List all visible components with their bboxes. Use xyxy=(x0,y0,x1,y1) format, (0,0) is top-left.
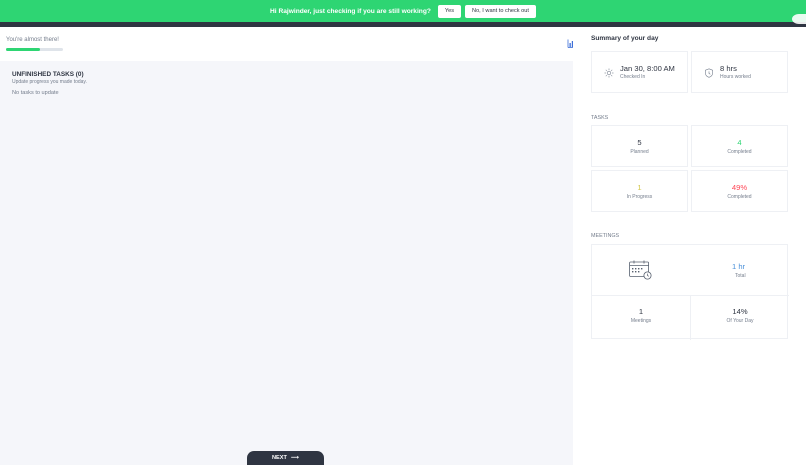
pct-completed-card: 49% Completed xyxy=(691,170,788,212)
meetings-total-value: 1 hr xyxy=(732,262,746,271)
calendar-clock-icon xyxy=(629,260,652,280)
meetings-section-label: MEETINGS xyxy=(591,233,620,239)
in-progress-value: 1 xyxy=(637,183,642,192)
checked-in-label: Checked In xyxy=(620,74,646,80)
progress-bar-fill xyxy=(6,48,41,51)
hours-worked-card: 8 hrs Hours worked xyxy=(691,51,788,93)
progress-bar xyxy=(6,48,63,51)
summary-panel: Summary of your day Jan 30, 8:00 AM Chec… xyxy=(573,27,806,465)
progress-card: You're almost there! xyxy=(0,27,577,61)
unfinished-tasks-title: UNFINISHED TASKS (0) xyxy=(12,71,84,78)
main-panel: You're almost there! UNFINISHED TASKS (0… xyxy=(0,27,577,465)
hours-worked-label: Hours worked xyxy=(720,74,751,80)
arrow-right-icon: ⟶ xyxy=(290,455,299,461)
sun-icon xyxy=(604,68,614,78)
in-progress-label: In Progress xyxy=(626,194,653,200)
completed-card: 4 Completed xyxy=(691,125,788,167)
pct-completed-value: 49% xyxy=(731,183,748,192)
checked-in-card: Jan 30, 8:00 AM Checked In xyxy=(591,51,688,93)
hours-worked-value: 8 hrs xyxy=(720,64,737,73)
meetings-total-label: Total xyxy=(735,273,746,279)
progress-label: You're almost there! xyxy=(6,37,59,43)
unfinished-tasks-subtitle: Update progress you made today. xyxy=(12,79,87,85)
completed-label: Completed xyxy=(727,149,752,155)
next-label: NEXT xyxy=(272,455,287,461)
banner-message: Hi Rajwinder, just checking if you are s… xyxy=(270,7,431,15)
no-tasks-text: No tasks to update xyxy=(12,90,59,96)
planned-label: Planned xyxy=(630,149,649,155)
meetings-share-value: 14% xyxy=(732,307,748,316)
completed-value: 4 xyxy=(737,138,742,147)
shield-clock-icon xyxy=(705,68,713,78)
still-working-banner: Hi Rajwinder, just checking if you are s… xyxy=(0,0,806,22)
next-button[interactable]: NEXT ⟶ xyxy=(247,451,324,465)
yes-button[interactable]: Yes xyxy=(437,4,462,18)
planned-value: 5 xyxy=(637,138,642,147)
avatar[interactable] xyxy=(792,14,806,24)
meetings-count-value: 1 xyxy=(638,307,644,316)
planned-card: 5 Planned xyxy=(591,125,688,167)
summary-title: Summary of your day xyxy=(591,35,659,42)
meetings-share-label: Of Your Day xyxy=(726,318,754,324)
checked-in-value: Jan 30, 8:00 AM xyxy=(620,64,675,73)
meetings-card: 1 hr Total 1 Meetings 14% Of Your Day xyxy=(591,244,789,340)
checkout-button[interactable]: No, I want to check out xyxy=(465,4,536,18)
in-progress-card: 1 In Progress xyxy=(591,170,688,212)
tasks-section-label: TASKS xyxy=(591,115,609,121)
meetings-count-label: Meetings xyxy=(630,318,652,324)
pct-completed-label: Completed xyxy=(727,194,752,200)
